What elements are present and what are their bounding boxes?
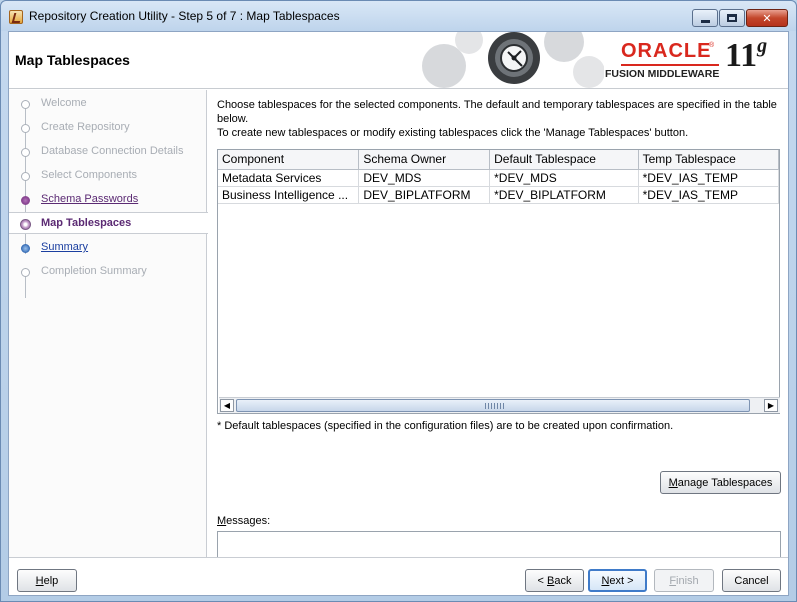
button-label: anage Tablespaces [677,476,773,489]
instruction-line: Choose tablespaces for the selected comp… [217,99,777,125]
logo-divider [621,64,719,66]
horizontal-scrollbar[interactable]: ◀ ▶ [219,397,780,413]
button-prefix: < [537,574,547,587]
triangle-left-icon: ◀ [223,401,231,410]
column-header-default-tablespace[interactable]: Default Tablespace [489,150,639,170]
wizard-client-area: Map Tablespaces ORACLE ® FUSION MIDDLEWA… [8,31,789,596]
scroll-left-button[interactable]: ◀ [220,399,234,412]
table-row[interactable]: Business Intelligence ... DEV_BIPLATFORM… [218,186,780,204]
nav-step-select-components: Select Components [9,165,207,187]
nav-step-label: Database Connection Details [41,145,184,157]
step-indicator-icon [21,268,30,277]
step-indicator-icon [21,172,30,181]
cancel-button[interactable]: Cancel [722,569,781,592]
table-row[interactable]: Metadata Services DEV_MDS *DEV_MDS *DEV_… [218,169,780,187]
nav-step-database-connection: Database Connection Details [9,141,207,163]
instruction-line: To create new tablespaces or modify exis… [217,127,689,139]
cell-component[interactable]: Metadata Services [218,169,360,187]
default-tablespace-footnote: * Default tablespaces (specified in the … [217,420,674,432]
nav-step-label: Select Components [41,169,137,181]
nav-step-label[interactable]: Schema Passwords [41,193,138,205]
nav-step-welcome: Welcome [9,93,207,115]
version-number: 11 [725,37,758,74]
button-label: inish [676,574,699,587]
gears-graphic-icon [422,32,604,88]
oracle-wordmark: ORACLE [621,40,712,62]
label-text: essages: [226,515,271,527]
maximize-icon [727,14,737,22]
scrollbar-thumb[interactable] [236,399,750,412]
cell-schema-owner[interactable]: DEV_BIPLATFORM [358,186,491,204]
nav-step-label[interactable]: Summary [41,241,88,253]
messages-label: Messages: [217,515,270,527]
button-label: elp [43,574,59,587]
nav-step-completion-summary: Completion Summary [9,261,207,283]
cell-temp-tablespace[interactable]: *DEV_IAS_TEMP [638,169,780,187]
grip-icon [485,403,505,409]
minimize-button[interactable] [692,9,718,27]
main-panel: Choose tablespaces for the selected comp… [217,90,785,588]
app-window: Repository Creation Utility - Step 5 of … [0,0,797,602]
nav-step-create-repository: Create Repository [9,117,207,139]
nav-step-label: Create Repository [41,121,130,133]
column-header-schema-owner[interactable]: Schema Owner [358,150,491,170]
step-indicator-icon [21,100,30,109]
tablespaces-table[interactable]: Component Schema Owner Default Tablespac… [217,149,780,414]
table-header-row: Component Schema Owner Default Tablespac… [218,150,780,170]
nav-step-label: Welcome [41,97,87,109]
nav-step-label: Completion Summary [41,265,147,277]
mnemonic: M [668,476,678,489]
nav-step-summary[interactable]: Summary [9,237,207,259]
page-title: Map Tablespaces [15,52,130,68]
fusion-middleware-wordmark: FUSION MIDDLEWARE [605,68,720,80]
next-button[interactable]: Next > [588,569,647,592]
registered-mark: ® [709,42,715,49]
window-title: Repository Creation Utility - Step 5 of … [29,9,340,23]
nav-step-schema-passwords[interactable]: Schema Passwords [9,189,207,211]
step-indicator-icon [21,148,30,157]
column-header-component[interactable]: Component [218,150,360,170]
scroll-right-button[interactable]: ▶ [764,399,778,412]
mnemonic: N [601,574,610,587]
step-current-indicator-icon [20,219,31,230]
wizard-button-bar: Help < Back Next > Finish Cancel [9,557,788,595]
step-indicator-icon [21,244,30,253]
wizard-header: Map Tablespaces ORACLE ® FUSION MIDDLEWA… [9,32,788,89]
java-app-icon [9,10,23,24]
mnemonic: F [669,574,677,587]
triangle-right-icon: ▶ [767,401,775,410]
maximize-button[interactable] [719,9,745,27]
button-label: ext > [609,574,634,587]
version-suffix: g [757,35,768,57]
close-icon: ✕ [762,12,772,25]
oracle-logo: ORACLE ® FUSION MIDDLEWARE [605,40,719,80]
wizard-steps-nav: Welcome Create Repository Database Conne… [9,90,208,557]
mnemonic: H [35,574,44,587]
help-button[interactable]: Help [17,569,77,592]
button-label: ack [554,574,572,587]
finish-button: Finish [654,569,714,592]
minimize-icon [700,19,710,23]
tablespaces-grid: Component Schema Owner Default Tablespac… [218,150,780,204]
back-button[interactable]: < Back [525,569,584,592]
mnemonic: B [547,574,555,587]
step-indicator-icon [21,196,30,205]
cell-default-tablespace[interactable]: *DEV_BIPLATFORM [489,186,639,204]
manage-tablespaces-button[interactable]: Manage Tablespaces [660,471,781,494]
instructions: Choose tablespaces for the selected comp… [217,98,783,140]
cell-component[interactable]: Business Intelligence ... [218,186,360,204]
mnemonic: M [217,515,227,527]
nav-step-map-tablespaces: Map Tablespaces [9,212,208,234]
cell-temp-tablespace[interactable]: *DEV_IAS_TEMP [638,186,780,204]
column-header-temp-tablespace[interactable]: Temp Tablespace [638,150,780,170]
title-bar[interactable]: Repository Creation Utility - Step 5 of … [1,1,796,31]
step-indicator-icon [21,124,30,133]
version-badge: 11g [725,36,767,76]
nav-step-label: Map Tablespaces [41,217,132,229]
cell-default-tablespace[interactable]: *DEV_MDS [489,169,639,187]
close-button[interactable]: ✕ [746,9,788,27]
cell-schema-owner[interactable]: DEV_MDS [358,169,491,187]
